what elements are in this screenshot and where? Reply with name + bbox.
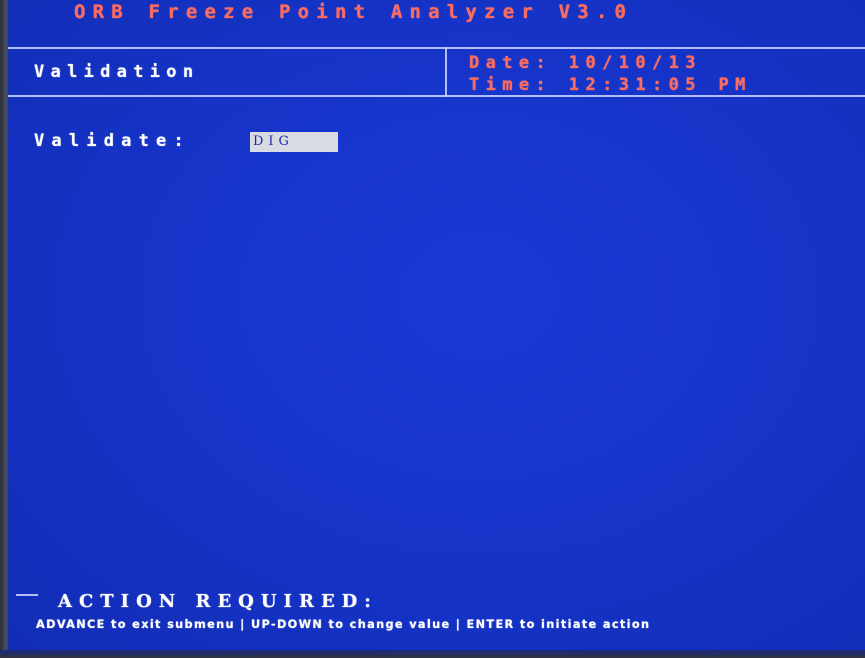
monitor-bezel-bottom <box>0 650 865 658</box>
footer-left-rule <box>16 594 38 596</box>
header-divider <box>445 47 447 97</box>
header-top-rule <box>8 47 865 49</box>
date-readout: Date: 10/10/13 <box>469 53 702 73</box>
header-bottom-rule <box>8 95 865 97</box>
validate-value-field[interactable]: DIG <box>250 132 338 152</box>
terminal-screen: ORB Freeze Point Analyzer V3.0 Validatio… <box>8 0 865 658</box>
action-required-title: ACTION REQUIRED: <box>58 591 378 612</box>
time-readout: Time: 12:31:05 PM <box>469 75 752 95</box>
key-hint-line: ADVANCE to exit submenu | UP-DOWN to cha… <box>36 618 651 631</box>
screen-title: Validation <box>34 62 200 82</box>
app-title: ORB Freeze Point Analyzer V3.0 <box>74 1 634 23</box>
validate-label: Validate: <box>34 131 191 151</box>
